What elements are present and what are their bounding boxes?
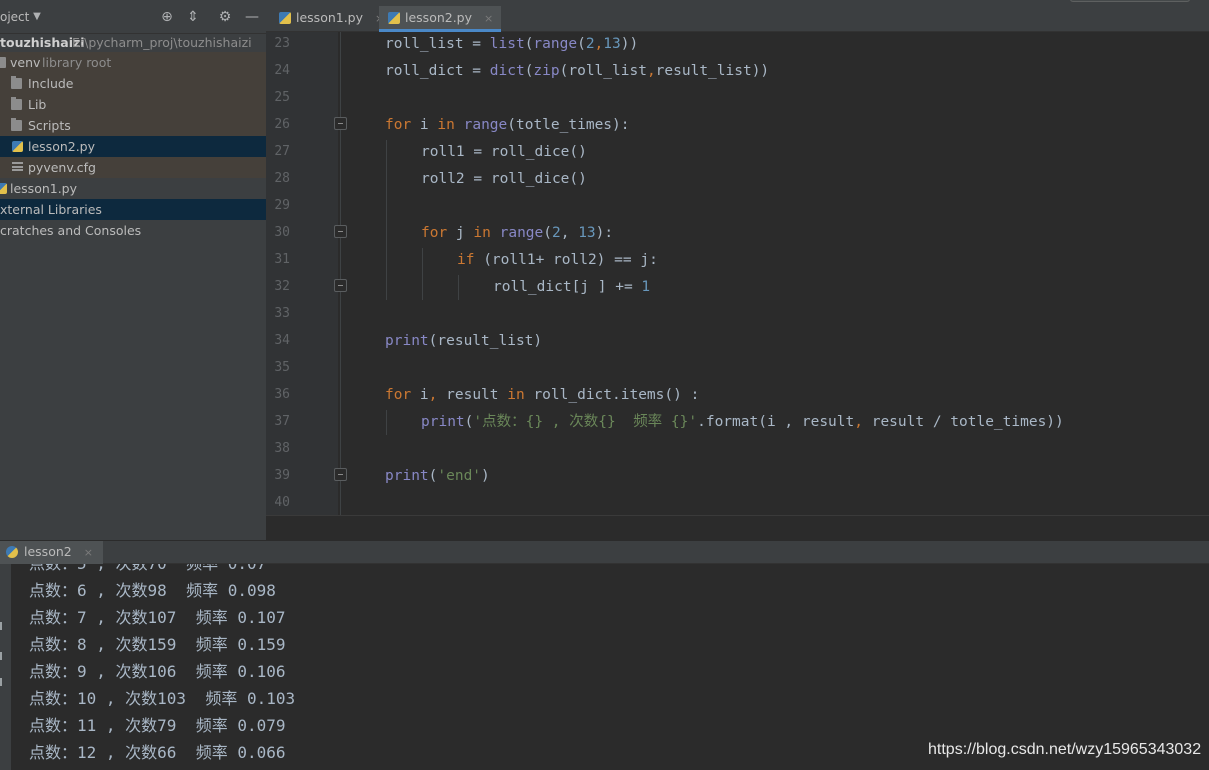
code-line-34: print(result_list) xyxy=(385,333,543,349)
tab-label: lesson2.py xyxy=(405,10,473,25)
tree-item-scratches[interactable]: cratches and Consoles xyxy=(0,220,266,241)
folder-icon xyxy=(11,76,22,89)
tree-item-lib[interactable]: Lib xyxy=(0,94,266,115)
editor: lesson1.py × lesson2.py × 23 24 25 26 27… xyxy=(266,0,1209,540)
code-line-37: print('点数：{} , 次数{} 频率 {}'.format(i , re… xyxy=(421,414,1064,430)
console-line: 点数：9 , 次数106 频率 0.106 xyxy=(29,662,286,681)
python-file-icon xyxy=(12,141,23,152)
editor-horizontal-scrollbar[interactable] xyxy=(266,515,1209,540)
tree-item-label: Lib xyxy=(28,97,47,112)
close-icon[interactable]: × xyxy=(84,546,93,559)
code-line-23: roll_list = list(range(2,13)) xyxy=(385,36,639,52)
tab-lesson2[interactable]: lesson2.py × xyxy=(379,6,502,32)
tree-item-label: lesson1.py xyxy=(10,181,78,196)
project-panel: oject ▼ ⊕ ⇕ ⚙ — touzhishaizi E:\pycharm_… xyxy=(0,0,266,540)
collapse-all-icon[interactable]: ⇕ xyxy=(184,8,202,26)
tab-label: lesson1.py xyxy=(296,10,364,25)
watermark: https://blog.csdn.net/wzy15965343032 xyxy=(928,741,1202,758)
code-area[interactable]: roll_list = list(range(2,13)) roll_dict … xyxy=(266,32,1209,515)
code-line-27: roll1 = roll_dice() xyxy=(421,144,587,160)
tree-item-label: cratches and Consoles xyxy=(0,223,142,238)
gear-icon[interactable]: ⚙ xyxy=(216,8,234,26)
code-line-36: for i, result in roll_dict.items() : xyxy=(385,387,700,403)
tree-item-lesson2[interactable]: lesson2.py xyxy=(0,136,266,157)
print-icon[interactable] xyxy=(0,678,8,686)
tree-item-label: Scripts xyxy=(28,118,71,133)
search-field-edge[interactable] xyxy=(1070,0,1190,2)
chevron-down-icon[interactable]: ▼ xyxy=(28,8,46,26)
project-panel-header: oject ▼ ⊕ ⇕ ⚙ — xyxy=(0,0,266,34)
code-line-30: for j in range(2, 13): xyxy=(421,225,614,241)
code-line-24: roll_dict = dict(zip(roll_list,result_li… xyxy=(385,63,770,79)
tree-item-include[interactable]: Include xyxy=(0,73,266,94)
console-line: 点数：5 , 次数70 频率 0.07 xyxy=(29,564,266,576)
tree-item-pyvenv-cfg[interactable]: pyvenv.cfg xyxy=(0,157,266,178)
code-line-28: roll2 = roll_dice() xyxy=(421,171,587,187)
project-view-selector[interactable]: oject xyxy=(0,10,29,24)
tree-item-lesson1[interactable]: lesson1.py xyxy=(0,178,266,199)
python-icon xyxy=(6,546,18,558)
tree-item-scripts[interactable]: Scripts xyxy=(0,115,266,136)
folder-icon xyxy=(11,118,22,131)
console-line: 点数：8 , 次数159 频率 0.159 xyxy=(29,635,286,654)
python-file-icon xyxy=(0,183,7,194)
console-line: 点数：6 , 次数98 频率 0.098 xyxy=(29,581,276,600)
locate-icon[interactable]: ⊕ xyxy=(158,8,176,26)
run-panel-header: lesson2 × xyxy=(0,540,1209,564)
code-line-26: for i in range(totle_times): xyxy=(385,117,630,133)
tree-item-label: xternal Libraries xyxy=(0,202,102,217)
console-line: 点数：7 , 次数107 频率 0.107 xyxy=(29,608,286,627)
tree-item-label: lesson2.py xyxy=(28,139,96,154)
console-line: 点数：12 , 次数66 频率 0.066 xyxy=(29,743,286,762)
tab-lesson1[interactable]: lesson1.py × xyxy=(270,6,384,32)
tree-item-project-root[interactable]: touzhishaizi E:\pycharm_proj\touzhishaiz… xyxy=(0,32,266,53)
run-tab-label: lesson2 xyxy=(24,544,72,559)
python-file-icon xyxy=(279,12,291,24)
code-line-32: roll_dict[j ] += 1 xyxy=(493,279,651,295)
rerun-icon[interactable] xyxy=(0,622,8,630)
run-toolbar xyxy=(0,564,11,770)
code-line-39: print('end') xyxy=(385,468,490,484)
run-console-output[interactable]: 点数：5 , 次数70 频率 0.07 点数：6 , 次数98 频率 0.098… xyxy=(11,564,1209,770)
run-tab-lesson2[interactable]: lesson2 × xyxy=(0,541,103,564)
tree-item-venv[interactable]: venv library root xyxy=(0,52,266,73)
tree-item-label: venv xyxy=(10,55,41,70)
console-line: 点数：10 , 次数103 频率 0.103 xyxy=(29,689,296,708)
tree-item-label: pyvenv.cfg xyxy=(28,160,96,175)
folder-icon xyxy=(0,57,6,68)
editor-tab-bar: lesson1.py × lesson2.py × xyxy=(266,0,1209,32)
folder-icon xyxy=(11,97,22,110)
close-icon[interactable]: × xyxy=(484,12,493,25)
console-line: 点数：11 , 次数79 频率 0.079 xyxy=(29,716,286,735)
tree-item-label: Include xyxy=(28,76,74,91)
pause-icon[interactable] xyxy=(0,652,8,660)
minimize-icon[interactable]: — xyxy=(243,8,261,26)
tree-item-external-libraries[interactable]: xternal Libraries xyxy=(0,199,266,220)
tree-item-note: library root xyxy=(42,55,112,70)
tree-item-path: E:\pycharm_proj\touzhishaizi xyxy=(72,35,252,50)
config-file-icon xyxy=(12,162,23,171)
code-line-31: if (roll1+ roll2) == j: xyxy=(457,252,658,268)
python-file-icon xyxy=(388,12,400,24)
